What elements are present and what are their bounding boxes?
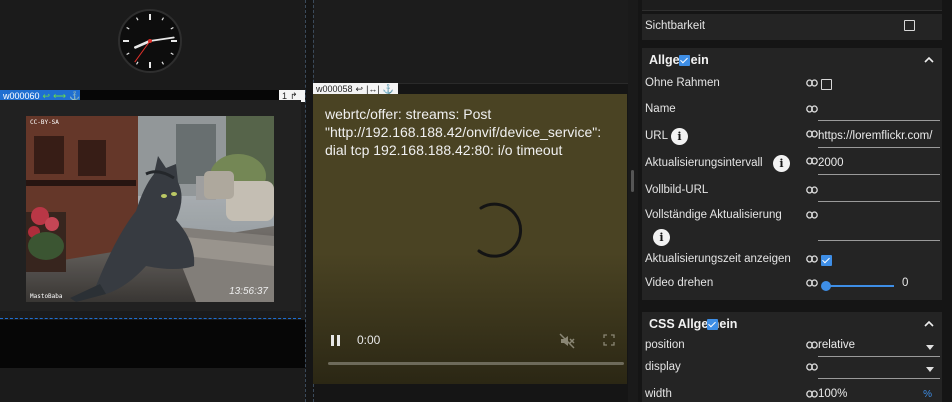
full-refresh-label: Vollständige Aktualisierung [645, 209, 782, 221]
name-input[interactable] [818, 103, 940, 121]
rotate-slider-handle[interactable] [821, 281, 831, 291]
css-general-section-toggle[interactable] [707, 318, 719, 330]
url-label: URL [645, 130, 669, 142]
full-refresh-input[interactable] [818, 223, 940, 241]
rotate-slider-value: 0 [902, 277, 909, 289]
width-unit-selector[interactable]: % [923, 389, 932, 400]
link-icon[interactable] [806, 279, 818, 287]
width-input[interactable]: 100% % [818, 388, 940, 402]
general-section: Allgemein Ohne Rahmen Name URL i https:/… [642, 48, 942, 300]
empty-widget-area [0, 320, 305, 368]
refresh-info-icon[interactable]: i [773, 155, 790, 172]
fullscreen-icon[interactable] [603, 334, 615, 346]
link-icon[interactable] [806, 186, 818, 194]
dropdown-caret-icon [926, 345, 934, 350]
position-select-value: relative [818, 339, 856, 351]
css-general-section-title: CSS Allgemein [649, 317, 738, 331]
width-label: width [645, 388, 672, 400]
collapse-chevron-icon[interactable] [924, 319, 934, 329]
show-refresh-time-row: Aktualisierungszeit anzeigen [642, 253, 942, 271]
general-section-toggle[interactable] [678, 54, 690, 66]
position-label: position [645, 339, 685, 351]
previous-section-end [642, 0, 942, 11]
width-input-value: 100% [818, 388, 848, 400]
video-stream-widget[interactable]: webrtc/offer: streams: Post "http://192.… [313, 94, 627, 384]
link-icon[interactable] [806, 211, 818, 219]
show-refresh-time-checkbox[interactable] [821, 255, 832, 266]
editor-canvas: w000060 ↩ ⟷ ⚓ 1 ↱ w000058 ↩ |↔| ⚓ CC-BY-… [0, 0, 628, 402]
url-input[interactable]: https://loremflickr.com/ [818, 130, 940, 148]
full-refresh-info-icon[interactable]: i [653, 229, 670, 246]
cat-street-photo [26, 116, 274, 302]
camera-image-widget[interactable]: CC-BY-SA MastoBaba 13:56:37 [0, 100, 301, 311]
splitter-grip-handle[interactable] [631, 170, 634, 192]
link-icon[interactable] [806, 255, 818, 263]
fullscreen-url-label: Vollbild-URL [645, 184, 709, 196]
mute-icon[interactable] [559, 333, 575, 349]
rotate-video-row: Video drehen 0 [642, 277, 942, 295]
fullscreen-url-input[interactable] [818, 184, 940, 202]
link-icon[interactable] [806, 390, 818, 398]
link-icon[interactable] [806, 130, 818, 138]
show-refresh-time-label: Aktualisierungszeit anzeigen [645, 253, 791, 265]
inspector-panel: Sichtbarkeit Allgemein Ohne Rahmen Name … [638, 0, 952, 402]
stream-error-message: webrtc/offer: streams: Post "http://192.… [325, 106, 602, 158]
general-section-header[interactable]: Allgemein [642, 48, 942, 72]
visibility-label: Sichtbarkeit [645, 20, 706, 32]
fullscreen-url-row: Vollbild-URL [642, 184, 942, 204]
rotate-video-label: Video drehen [645, 277, 714, 289]
camera-image: CC-BY-SA MastoBaba 13:56:37 [26, 116, 274, 302]
video-column-top [313, 0, 628, 84]
dropdown-caret-icon [926, 367, 934, 372]
url-row: URL i https://loremflickr.com/ [642, 128, 942, 150]
url-info-icon[interactable]: i [671, 128, 688, 145]
refresh-interval-row: Aktualisierungsintervall i 2000 [642, 155, 942, 177]
pause-button[interactable] [327, 332, 343, 348]
image-license-watermark: CC-BY-SA [30, 119, 59, 126]
collapse-chevron-icon[interactable] [924, 55, 934, 65]
visibility-checkbox[interactable] [904, 20, 915, 31]
refresh-interval-label: Aktualisierungsintervall [645, 157, 763, 169]
analog-clock-widget[interactable] [117, 8, 183, 74]
link-icon[interactable] [806, 341, 818, 349]
display-select[interactable] [818, 361, 940, 379]
css-general-section: CSS Allgemein position relative display … [642, 312, 942, 402]
link-icon[interactable] [806, 363, 818, 371]
visibility-row: Sichtbarkeit [642, 14, 942, 40]
name-label: Name [645, 103, 676, 115]
rotate-slider-track[interactable] [826, 285, 894, 287]
refresh-interval-input[interactable]: 2000 [818, 157, 940, 175]
no-frame-checkbox[interactable] [821, 79, 832, 90]
display-row: display [642, 361, 942, 381]
video-progress-bar[interactable] [328, 362, 624, 365]
width-row: width 100% % [642, 388, 942, 402]
no-frame-row: Ohne Rahmen [642, 77, 942, 95]
selection-guide-line [0, 318, 301, 319]
column-guide-left [305, 0, 306, 402]
display-label: display [645, 361, 681, 373]
camera-timestamp: 13:56:37 [229, 286, 268, 297]
video-time-display: 0:00 [357, 333, 381, 347]
position-select[interactable]: relative [818, 339, 940, 357]
position-row: position relative [642, 339, 942, 359]
image-author-watermark: MastoBaba [30, 293, 63, 300]
full-refresh-row: Vollständige Aktualisierung i [642, 209, 942, 249]
link-icon[interactable] [806, 157, 818, 165]
link-icon[interactable] [806, 79, 818, 87]
loading-spinner-icon [477, 202, 523, 258]
panel-splitter[interactable] [628, 0, 638, 402]
css-general-section-header[interactable]: CSS Allgemein [642, 312, 942, 336]
name-row: Name [642, 103, 942, 123]
link-icon[interactable] [806, 105, 818, 113]
no-frame-label: Ohne Rahmen [645, 77, 720, 89]
